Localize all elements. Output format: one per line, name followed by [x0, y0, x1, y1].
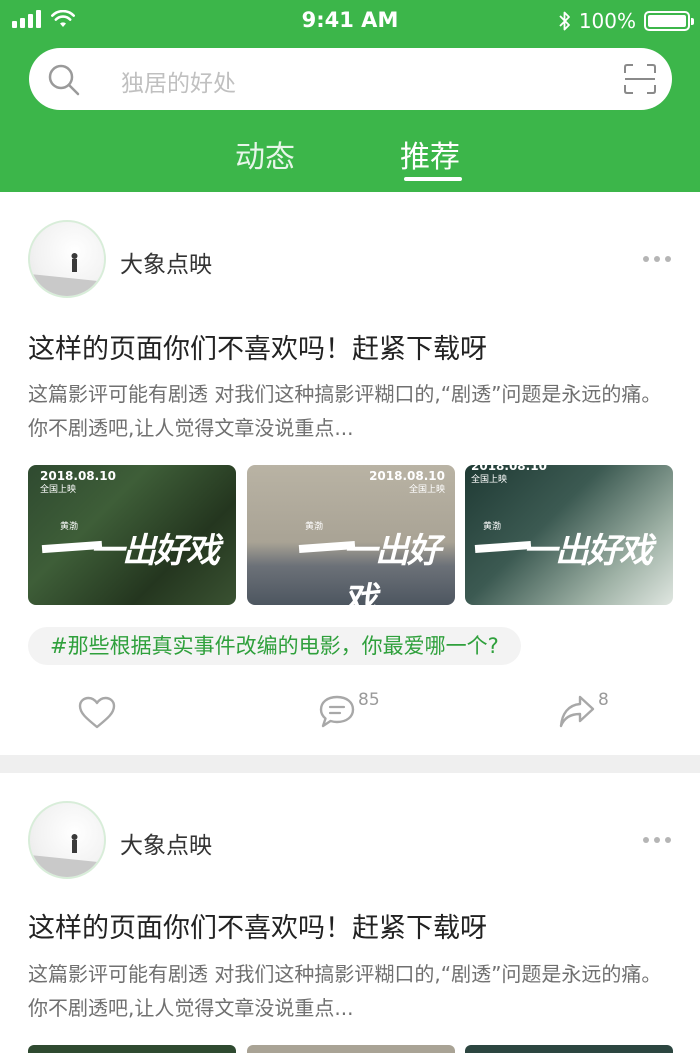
image-date: 2018.08.10 — [40, 469, 116, 483]
share-count: 8 — [598, 690, 609, 710]
post-title[interactable]: 这样的页面你们不喜欢吗！赶紧下载呀 — [28, 906, 487, 945]
image-release-note: 全国上映 — [408, 485, 445, 495]
post-title[interactable]: 这样的页面你们不喜欢吗！赶紧下载呀 — [28, 327, 487, 366]
heart-icon — [78, 696, 116, 729]
like-button[interactable] — [78, 696, 118, 730]
more-icon[interactable] — [643, 837, 671, 843]
image-title: 一出好戏 — [523, 531, 653, 571]
image-director: 黄渤 — [483, 522, 502, 532]
tab-bar: 动态 推荐 — [0, 128, 700, 192]
post-image[interactable]: 2018.08.10 全国上映 黄渤 一出好戏 — [28, 465, 236, 605]
battery-percent: 100% — [578, 9, 636, 33]
avatar[interactable] — [28, 220, 106, 298]
avatar[interactable] — [28, 801, 106, 879]
more-icon[interactable] — [643, 256, 671, 262]
post-excerpt: 这篇影评可能有剧透 对我们这种搞影评糊口的,“剧透”问题是永远的痛。 你不剧透吧… — [28, 382, 662, 440]
image-date: 2018.08.10 — [369, 469, 445, 483]
image-release-note: 全国上映 — [471, 475, 508, 485]
status-bar: 9:41 AM 100% — [0, 0, 700, 42]
post-card[interactable]: 大象点映 这样的页面你们不喜欢吗！赶紧下载呀 这篇影评可能有剧透 对我们这种搞影… — [0, 773, 700, 1053]
author-name[interactable]: 大象点映 — [120, 245, 212, 279]
battery-icon — [644, 11, 694, 31]
image-date: 2018.08.10 — [471, 465, 547, 473]
author-name[interactable]: 大象点映 — [120, 826, 212, 860]
image-director: 黄渤 — [305, 522, 324, 532]
section-divider — [0, 755, 700, 773]
post-image[interactable] — [465, 1045, 673, 1053]
search-bar[interactable]: 独居的好处 — [29, 48, 672, 110]
share-button[interactable]: 8 — [558, 690, 609, 730]
avatar-image — [30, 834, 104, 877]
comment-icon — [319, 695, 355, 728]
post-excerpt: 这篇影评可能有剧透 对我们这种搞影评糊口的,“剧透”问题是永远的痛。 你不剧透吧… — [28, 962, 662, 1020]
share-icon — [559, 695, 595, 728]
post-image[interactable] — [247, 1045, 455, 1053]
post-image[interactable]: 2018.08.10 全国上映 黄渤 一出好戏 — [465, 465, 673, 605]
image-title: 一出好戏 — [90, 531, 220, 571]
tab-active-indicator — [404, 177, 462, 181]
search-icon — [48, 64, 80, 96]
search-placeholder: 独居的好处 — [121, 71, 236, 97]
image-release-note: 全国上映 — [40, 485, 77, 495]
tab-dynamic[interactable]: 动态 — [235, 132, 295, 176]
bluetooth-icon — [559, 11, 570, 31]
app-header: 9:41 AM 100% 独居的好处 动态 推荐 — [0, 0, 700, 192]
image-director: 黄渤 — [60, 522, 79, 532]
image-title: 一出好戏 — [343, 531, 441, 605]
post-image[interactable] — [28, 1045, 236, 1053]
topic-tag[interactable]: #那些根据真实事件改编的电影，你最爱哪一个? — [28, 627, 521, 665]
avatar-image — [30, 253, 104, 296]
post-image[interactable]: 2018.08.10 全国上映 黄渤 一出好戏 — [247, 465, 455, 605]
comment-count: 85 — [358, 690, 380, 710]
comment-button[interactable]: 85 — [318, 690, 380, 730]
scan-icon[interactable] — [624, 64, 656, 94]
tab-recommend[interactable]: 推荐 — [400, 132, 460, 176]
